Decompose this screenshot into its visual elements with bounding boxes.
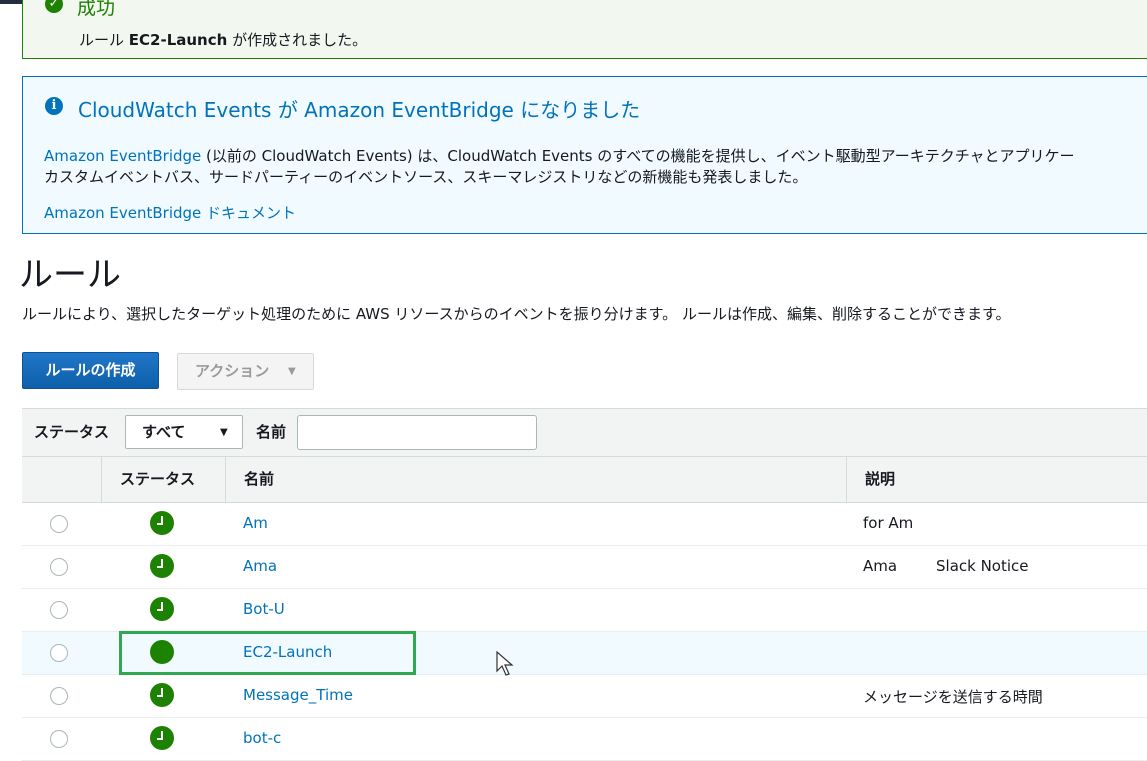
column-divider xyxy=(846,457,847,503)
name-filter-label: 名前 xyxy=(256,423,287,441)
annotation-highlight-box xyxy=(119,631,416,675)
info-alert-line1: Amazon EventBridge (以前の CloudWatch Event… xyxy=(44,145,1075,166)
row-select-radio[interactable] xyxy=(50,644,68,662)
eventbridge-docs-link[interactable]: Amazon EventBridge ドキュメント xyxy=(44,202,296,223)
column-header-description[interactable]: 説明 xyxy=(865,468,895,489)
page-title: ルール xyxy=(19,255,121,295)
column-divider xyxy=(225,457,226,503)
status-filter-label: ステータス xyxy=(34,423,110,441)
row-select-radio[interactable] xyxy=(50,687,68,705)
rule-name-link[interactable]: Ama xyxy=(243,557,277,575)
rule-name-link[interactable]: bot-c xyxy=(243,729,281,747)
table-header: ステータス 名前 説明 xyxy=(22,456,1147,503)
row-select-radio[interactable] xyxy=(50,730,68,748)
filter-bar: ステータス すべて ▼ 名前 xyxy=(22,408,1147,456)
status-filter-value: すべて xyxy=(142,423,186,441)
column-divider xyxy=(101,457,102,503)
caret-down-icon: ▼ xyxy=(288,366,296,377)
success-alert: ✓ 成功 ルール EC2-Launch が作成されました。 xyxy=(22,0,1147,59)
row-select-radio[interactable] xyxy=(50,601,68,619)
clock-icon xyxy=(150,511,174,535)
info-icon: i xyxy=(45,97,63,115)
rule-description: Ama xyxy=(863,557,898,575)
rule-name-link[interactable]: Bot-U xyxy=(243,600,285,618)
row-select-radio[interactable] xyxy=(50,558,68,576)
row-select-radio[interactable] xyxy=(50,515,68,533)
success-msg-prefix: ルール xyxy=(79,31,129,49)
success-alert-message: ルール EC2-Launch が作成されました。 xyxy=(79,29,367,50)
success-msg-suffix: が作成されました。 xyxy=(227,31,368,49)
table-row[interactable]: Bot-U xyxy=(22,589,1147,632)
rule-description: for Am xyxy=(863,514,914,532)
success-alert-title: 成功 xyxy=(77,0,116,19)
clock-icon xyxy=(150,726,174,750)
info-alert-line2: カスタムイベントバス、サードパーティーのイベントソース、スキーマレジストリなどの… xyxy=(44,168,808,186)
clock-icon xyxy=(150,683,174,707)
caret-down-icon: ▼ xyxy=(220,427,228,438)
status-filter-select[interactable]: すべて ▼ xyxy=(125,415,243,449)
info-alert: i CloudWatch Events が Amazon EventBridge… xyxy=(22,76,1147,234)
column-header-name[interactable]: 名前 xyxy=(244,468,274,489)
info-line1-rest: (以前の CloudWatch Events) は、CloudWatch Eve… xyxy=(201,147,1075,165)
name-filter-input[interactable] xyxy=(297,415,537,450)
clock-icon xyxy=(150,597,174,621)
table-row[interactable]: Ama Ama Slack Notice xyxy=(22,546,1147,589)
actions-button[interactable]: アクション ▼ xyxy=(177,353,314,390)
rule-name-link[interactable]: Message_Time xyxy=(243,686,353,704)
check-circle-icon: ✓ xyxy=(45,0,63,13)
page-description: ルールにより、選択したターゲット処理のために AWS リソースからのイベントを振… xyxy=(22,305,1011,323)
column-header-status[interactable]: ステータス xyxy=(120,468,195,489)
table-row[interactable]: bot-c xyxy=(22,718,1147,761)
rule-description-extra: Slack Notice xyxy=(936,557,1029,575)
actions-label: アクション xyxy=(195,362,270,380)
rule-name-link[interactable]: Am xyxy=(243,514,268,532)
create-rule-button[interactable]: ルールの作成 xyxy=(22,352,159,389)
success-rule-name: EC2-Launch xyxy=(128,31,228,49)
clock-icon xyxy=(150,554,174,578)
eventbridge-link[interactable]: Amazon EventBridge xyxy=(44,147,201,165)
rule-description: メッセージを送信する時間 xyxy=(863,688,1043,706)
info-alert-title: CloudWatch Events が Amazon EventBridge に… xyxy=(78,98,641,122)
table-row[interactable]: Message_Time メッセージを送信する時間 xyxy=(22,675,1147,718)
mouse-cursor-icon xyxy=(496,651,514,676)
table-row[interactable]: Am for Am xyxy=(22,503,1147,546)
